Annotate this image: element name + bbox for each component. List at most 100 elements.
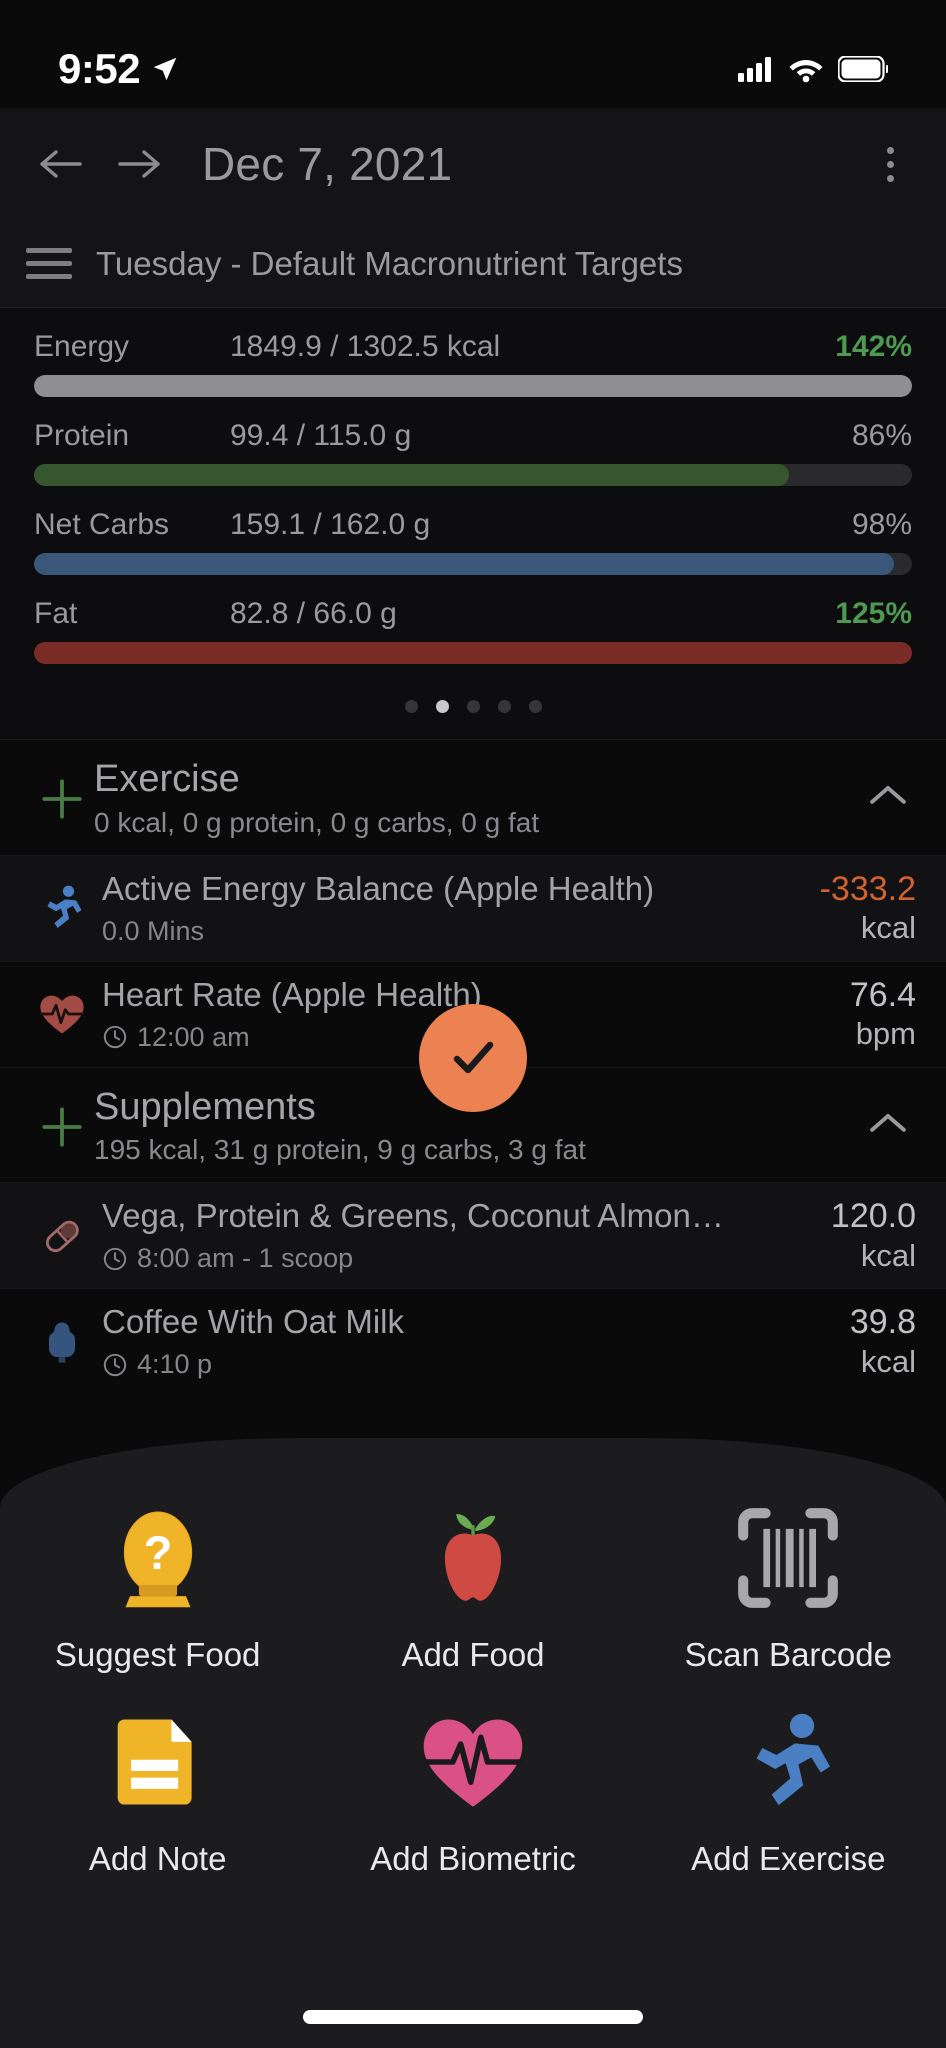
- entry-icon: [30, 882, 94, 934]
- log-entry-row[interactable]: Active Energy Balance (Apple Health) 0.0 …: [0, 854, 946, 961]
- entry-title: Vega, Protein & Greens, Coconut Almon…: [102, 1197, 724, 1235]
- action-icon-wrap: [417, 1496, 529, 1614]
- entry-subtitle-text: 0.0 Mins: [102, 915, 205, 946]
- section-text: Exercise 0 kcal, 0 g protein, 0 g carbs,…: [94, 758, 860, 839]
- overflow-menu-icon: [886, 146, 894, 154]
- macro-progress-fill: [34, 642, 912, 664]
- pill-capsule-icon: [36, 1210, 88, 1262]
- pagination-dot[interactable]: [528, 700, 542, 713]
- entry-icon: [30, 988, 94, 1040]
- day-header[interactable]: Tuesday - Default Macronutrient Targets: [0, 220, 946, 308]
- cellular-signal-icon: [738, 57, 771, 82]
- macro-name: Net Carbs: [34, 508, 170, 541]
- entry-icon: [30, 1210, 94, 1262]
- heart-pulse-icon: [36, 988, 88, 1040]
- add-entry-button[interactable]: [30, 758, 94, 824]
- confirm-fab-button[interactable]: [419, 1004, 527, 1112]
- entry-title: Coffee With Oat Milk: [102, 1303, 404, 1341]
- macro-progress-fill: [34, 553, 895, 575]
- overflow-menu-icon: [886, 174, 894, 182]
- macro-name: Protein: [34, 419, 130, 452]
- entry-subtitle: 0.0 Mins: [102, 916, 806, 947]
- apple-icon: [417, 1502, 529, 1614]
- next-day-button[interactable]: [106, 131, 172, 197]
- action-icon-wrap: ?: [102, 1496, 214, 1614]
- macro-row: Energy 1849.9 / 1302.5 kcal 142%: [34, 330, 912, 397]
- action-icon-wrap: [732, 1496, 844, 1614]
- quick-action-add-exercise[interactable]: Add Exercise: [631, 1700, 946, 1878]
- macro-name: Energy: [34, 330, 130, 363]
- app-screen: 9:52 Dec 7, 2021 Tuesday - Default Macro…: [0, 0, 946, 2048]
- entry-value-group: 76.4 bpm: [836, 976, 916, 1052]
- collapse-section-button[interactable]: [860, 1086, 916, 1138]
- macro-values: 82.8 / 66.0 g: [230, 597, 397, 630]
- checkmark-icon: [453, 1041, 494, 1074]
- pagination-dot[interactable]: [435, 700, 449, 713]
- entry-title: Active Energy Balance (Apple Health): [102, 869, 655, 907]
- entry-icon: [30, 1316, 94, 1368]
- navigation-bar: Dec 7, 2021: [0, 108, 946, 220]
- macro-values: 99.4 / 115.0 g: [230, 419, 412, 452]
- macro-progress-fill: [34, 464, 790, 486]
- entry-subtitle: 4:10 p: [102, 1349, 836, 1380]
- plus-icon: [37, 1102, 87, 1152]
- action-label: Suggest Food: [54, 1636, 261, 1673]
- action-label: Add Biometric: [370, 1840, 576, 1877]
- entry-subtitle-text: 4:10 p: [137, 1349, 213, 1380]
- entry-unit: kcal: [860, 1343, 916, 1379]
- pagination-dot[interactable]: [404, 700, 418, 713]
- macro-summary-panel[interactable]: Energy 1849.9 / 1302.5 kcal 142% Protein…: [0, 308, 946, 739]
- pagination-dot[interactable]: [466, 700, 480, 713]
- macro-percent: 86%: [851, 419, 912, 452]
- macro-progress-bar: [34, 553, 912, 575]
- svg-text:?: ?: [143, 1526, 172, 1579]
- day-header-label: Tuesday - Default Macronutrient Targets: [96, 244, 683, 282]
- chevron-up-icon: [864, 1108, 912, 1138]
- pagination-dot[interactable]: [497, 700, 511, 713]
- status-bar: 9:52: [0, 0, 946, 108]
- status-time: 9:52: [58, 45, 141, 92]
- macro-name: Fat: [34, 597, 78, 630]
- previous-day-button[interactable]: [28, 131, 94, 197]
- clock-icon: [102, 1352, 128, 1378]
- home-indicator: [303, 2010, 643, 2024]
- chevron-up-icon: [864, 780, 912, 810]
- action-label: Add Note: [88, 1840, 227, 1877]
- add-entry-button[interactable]: [30, 1086, 94, 1152]
- overflow-menu-icon: [886, 160, 894, 168]
- collapse-section-button[interactable]: [860, 758, 916, 810]
- entry-subtitle-text: 8:00 am - 1 scoop: [137, 1243, 354, 1274]
- action-icon-wrap: [417, 1700, 529, 1818]
- macro-row: Net Carbs 159.1 / 162.0 g 98%: [34, 508, 912, 575]
- quick-action-add-biometric[interactable]: Add Biometric: [315, 1700, 630, 1878]
- quick-action-suggest-food[interactable]: ? Suggest Food: [0, 1496, 315, 1674]
- log-section-header[interactable]: Exercise 0 kcal, 0 g protein, 0 g carbs,…: [0, 739, 946, 855]
- quick-action-add-food[interactable]: Add Food: [315, 1496, 630, 1674]
- plus-icon: [37, 774, 87, 824]
- page-title: Dec 7, 2021: [202, 138, 453, 190]
- action-label: Add Exercise: [691, 1840, 886, 1877]
- quick-action-scan-barcode[interactable]: Scan Barcode: [631, 1496, 946, 1674]
- entry-unit: bpm: [855, 1016, 916, 1051]
- entry-value-group: 120.0 kcal: [817, 1197, 916, 1273]
- location-arrow-icon: [153, 57, 177, 81]
- log-entry-row[interactable]: Coffee With Oat Milk 4:10 p 39.8 kcal: [0, 1288, 946, 1395]
- quick-action-add-note[interactable]: Add Note: [0, 1700, 315, 1878]
- action-label: Scan Barcode: [684, 1636, 892, 1673]
- arrow-right-icon: [118, 150, 160, 178]
- entry-unit: kcal: [860, 1237, 916, 1273]
- drink-cup-icon: [36, 1316, 88, 1368]
- macro-percent: 98%: [851, 508, 912, 541]
- heart-ecg-icon: [417, 1706, 529, 1818]
- macro-pagination[interactable]: [34, 686, 912, 731]
- overflow-menu-button[interactable]: [862, 131, 918, 197]
- entry-body: Coffee With Oat Milk 4:10 p: [94, 1303, 836, 1380]
- log-entry-row[interactable]: Vega, Protein & Greens, Coconut Almon… 8:…: [0, 1182, 946, 1289]
- macro-percent: 142%: [835, 330, 912, 363]
- status-bar-left: 9:52: [58, 45, 180, 93]
- quick-actions-sheet: ? Suggest Food Add Food Scan Barcode Add Not…: [0, 1438, 946, 2048]
- entry-value: 76.4: [849, 975, 916, 1014]
- hamburger-icon[interactable]: [26, 248, 72, 279]
- entry-value: 39.8: [849, 1303, 916, 1342]
- entry-value: -333.2: [819, 869, 916, 908]
